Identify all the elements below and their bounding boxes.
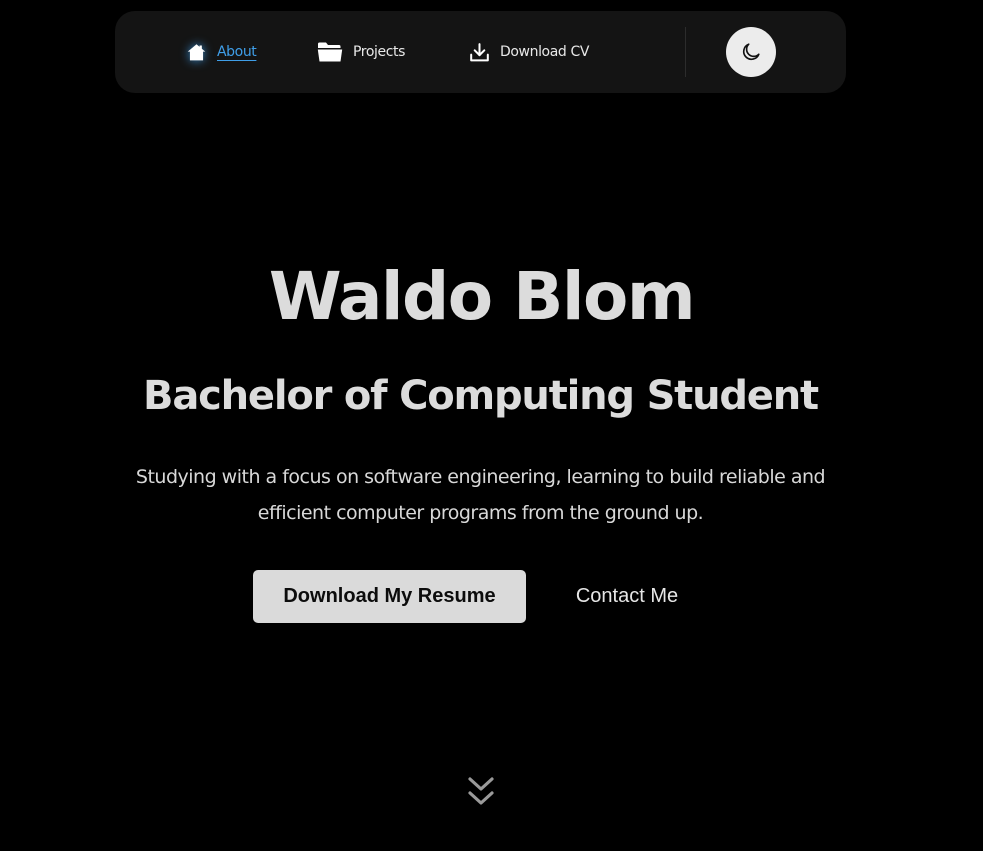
moon-icon [740,41,762,63]
hero-subtitle: Bachelor of Computing Student [143,373,819,419]
nav-download-cv-link[interactable]: Download CV [469,11,589,93]
double-chevron-down-icon [467,775,495,809]
contact-me-button[interactable]: Contact Me [560,570,694,623]
nav-download-cv-label: Download CV [500,44,589,60]
scroll-down-button[interactable] [465,774,497,810]
folder-icon [317,41,343,63]
navbar: About Projects Download CV [115,11,846,93]
nav-about-label: About [217,44,257,60]
hero-description: Studying with a focus on software engine… [135,466,826,524]
nav-about-link[interactable]: About [186,11,257,93]
theme-toggle-button[interactable] [726,27,776,77]
hero-name: Waldo Blom [268,258,696,335]
download-resume-button[interactable]: Download My Resume [253,570,526,623]
home-icon [186,42,207,63]
nav-divider [685,27,686,77]
page: About Projects Download CV Waldo Blom Ba… [0,0,983,851]
download-icon [469,42,490,63]
nav-projects-label: Projects [353,44,405,60]
nav-projects-link[interactable]: Projects [317,11,405,93]
